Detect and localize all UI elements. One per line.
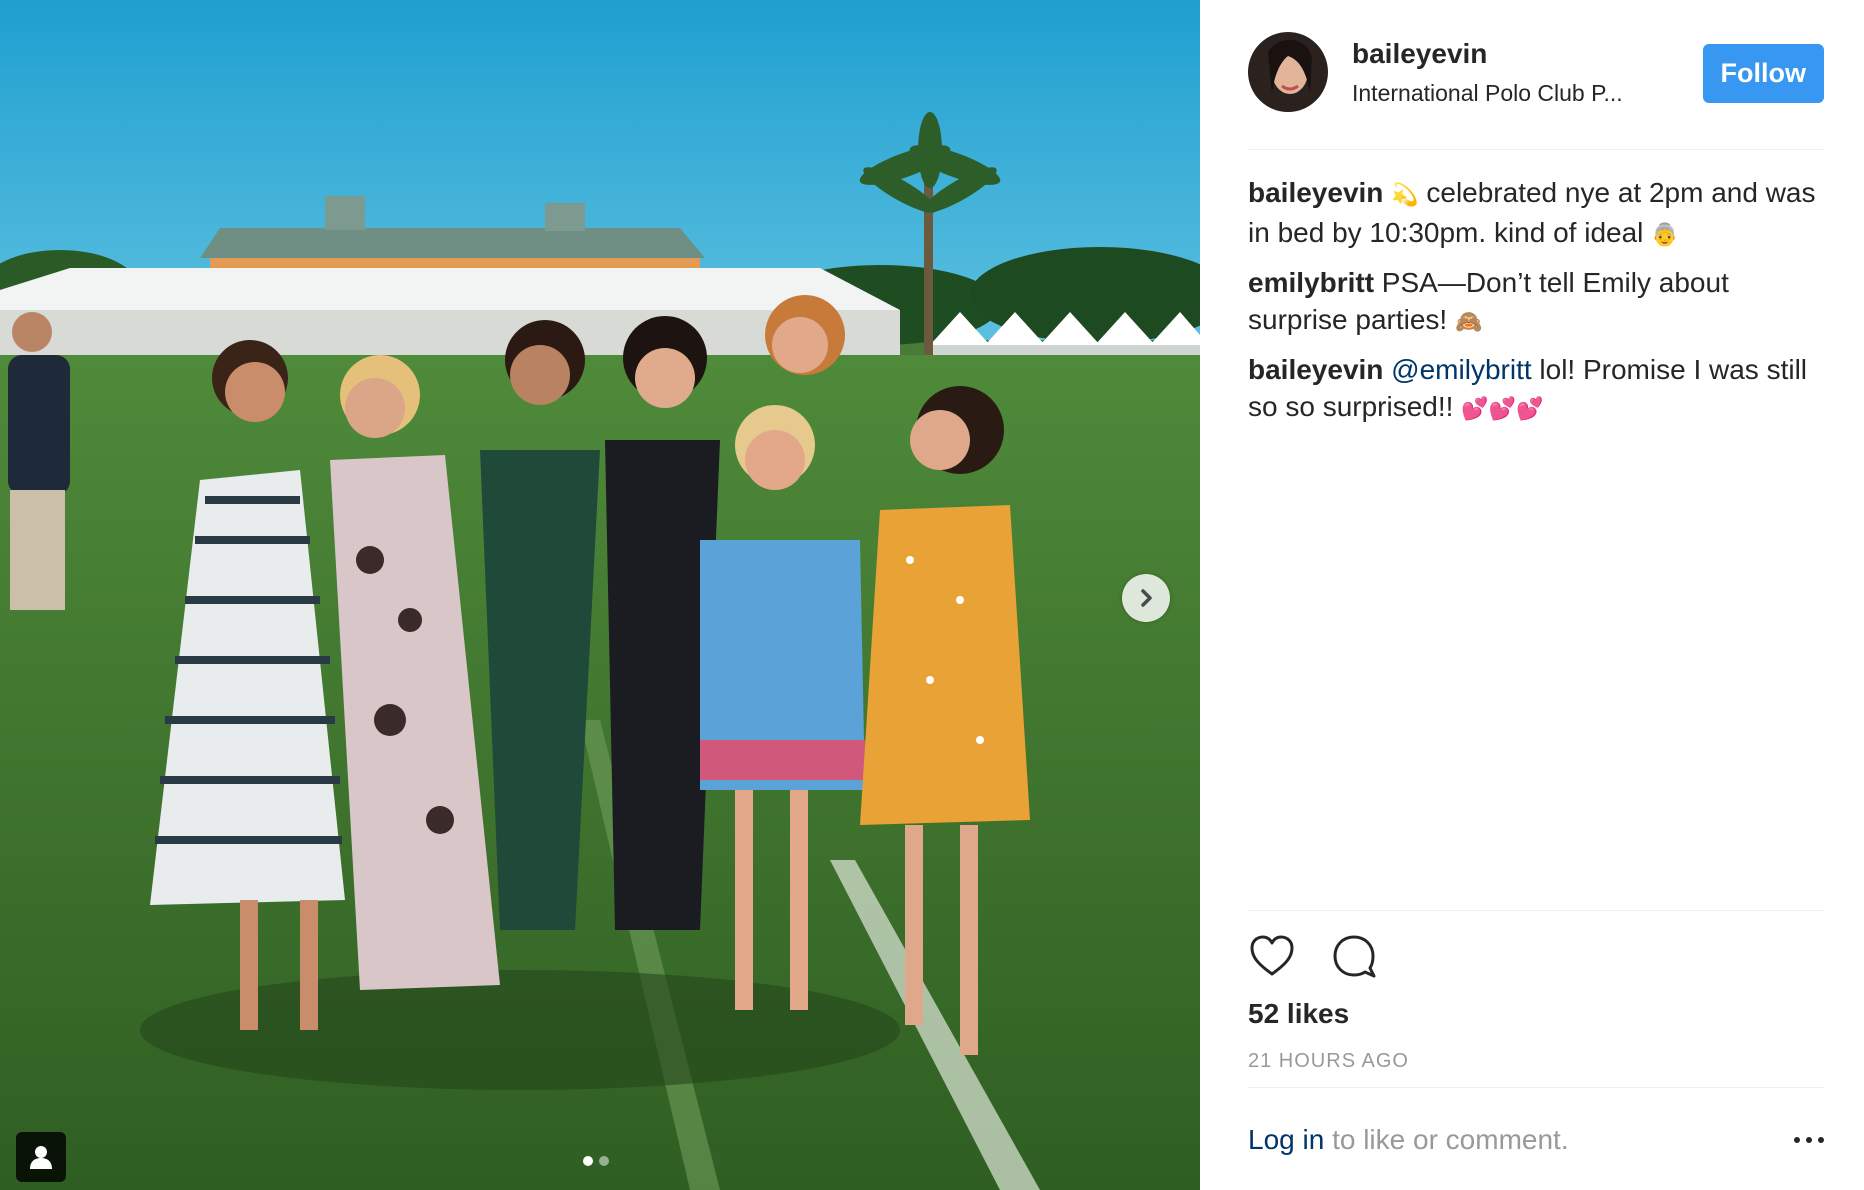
comment-list: baileyevin 💫 celebrated nye at 2pm and w…: [1248, 174, 1834, 438]
carousel-next-button[interactable]: [1122, 574, 1170, 622]
divider: [1248, 1087, 1824, 1088]
more-options-icon: [1794, 1137, 1800, 1143]
two-hearts-emoji: 💕💕💕: [1461, 397, 1544, 422]
comment-item: baileyevin @emilybritt lol! Promise I wa…: [1248, 351, 1834, 428]
comment-mention-link[interactable]: @emilybritt: [1383, 354, 1531, 385]
user-tag-button[interactable]: [16, 1132, 66, 1182]
see-no-evil-monkey-emoji: 🙈: [1454, 310, 1483, 335]
heart-icon: [1250, 935, 1294, 976]
comment-item: emilybritt PSA—Don’t tell Emily about su…: [1248, 264, 1834, 341]
post-actions: [1248, 932, 1378, 980]
post-header: baileyevin International Polo Club P... …: [1248, 32, 1824, 150]
instagram-post: baileyevin International Polo Club P... …: [0, 0, 1864, 1190]
post-photo[interactable]: [0, 0, 1200, 1190]
avatar-image: [1248, 32, 1328, 112]
login-prompt-text: to like or comment.: [1324, 1124, 1569, 1155]
avatar[interactable]: [1248, 32, 1328, 112]
carousel-indicator: [583, 1156, 609, 1166]
carousel-dot-2: [599, 1156, 609, 1166]
photo-scene: [0, 0, 1200, 1190]
comment-item: baileyevin 💫 celebrated nye at 2pm and w…: [1248, 174, 1834, 254]
more-options-button[interactable]: [1794, 1135, 1824, 1145]
login-link[interactable]: Log in: [1248, 1124, 1324, 1156]
comment-username[interactable]: emilybritt: [1248, 267, 1374, 298]
carousel-dot-1: [583, 1156, 593, 1166]
comment-bubble-icon: [1333, 935, 1376, 978]
post-location[interactable]: International Polo Club P...: [1352, 80, 1662, 107]
post-author-username[interactable]: baileyevin: [1352, 38, 1662, 70]
likes-count[interactable]: 52 likes: [1248, 998, 1349, 1030]
divider: [1248, 910, 1824, 911]
user-tag-icon: [30, 1146, 52, 1169]
like-button[interactable]: [1248, 932, 1296, 980]
dizzy-emoji: 💫: [1391, 183, 1419, 208]
more-options-dot: [1806, 1137, 1812, 1143]
more-options-dot: [1818, 1137, 1824, 1143]
login-prompt: Log in to like or comment.: [1248, 1124, 1824, 1156]
user-meta: baileyevin International Polo Club P...: [1352, 38, 1662, 107]
older-woman-emoji: 👵: [1651, 223, 1679, 248]
comment-username[interactable]: baileyevin: [1248, 354, 1383, 385]
comment-username[interactable]: baileyevin: [1248, 177, 1383, 208]
comment-button[interactable]: [1330, 932, 1378, 980]
follow-button[interactable]: Follow: [1702, 44, 1824, 103]
chevron-right-icon: [1141, 589, 1152, 607]
post-timestamp[interactable]: 21 HOURS AGO: [1248, 1050, 1409, 1073]
post-sidebar: baileyevin International Polo Club P... …: [1200, 0, 1864, 1190]
